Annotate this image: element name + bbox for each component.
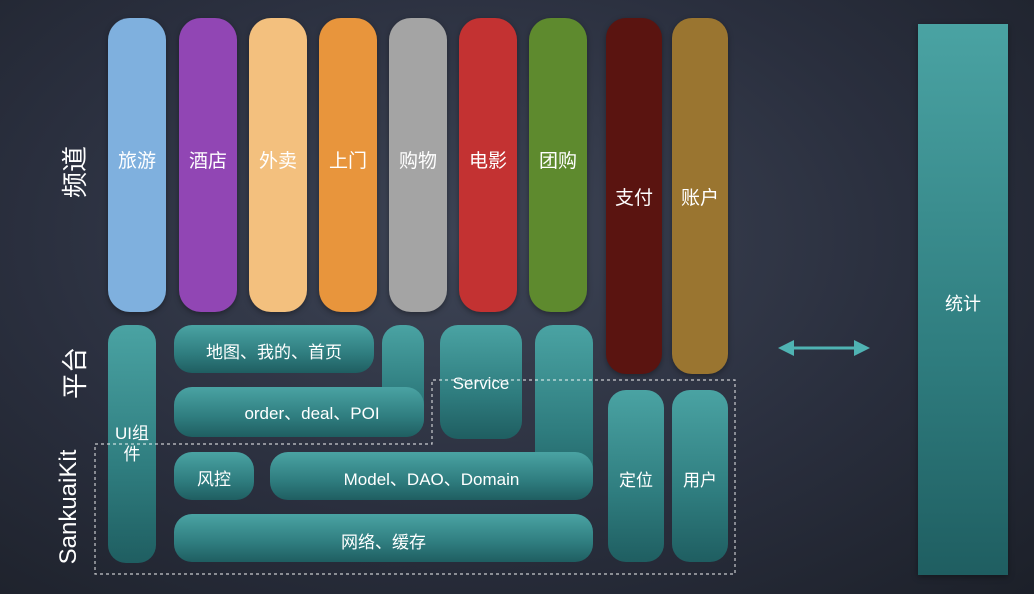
double-arrow-icon <box>778 340 870 356</box>
sankuaikit-boundary <box>94 379 736 575</box>
statistics-label: 统计 <box>945 294 981 314</box>
